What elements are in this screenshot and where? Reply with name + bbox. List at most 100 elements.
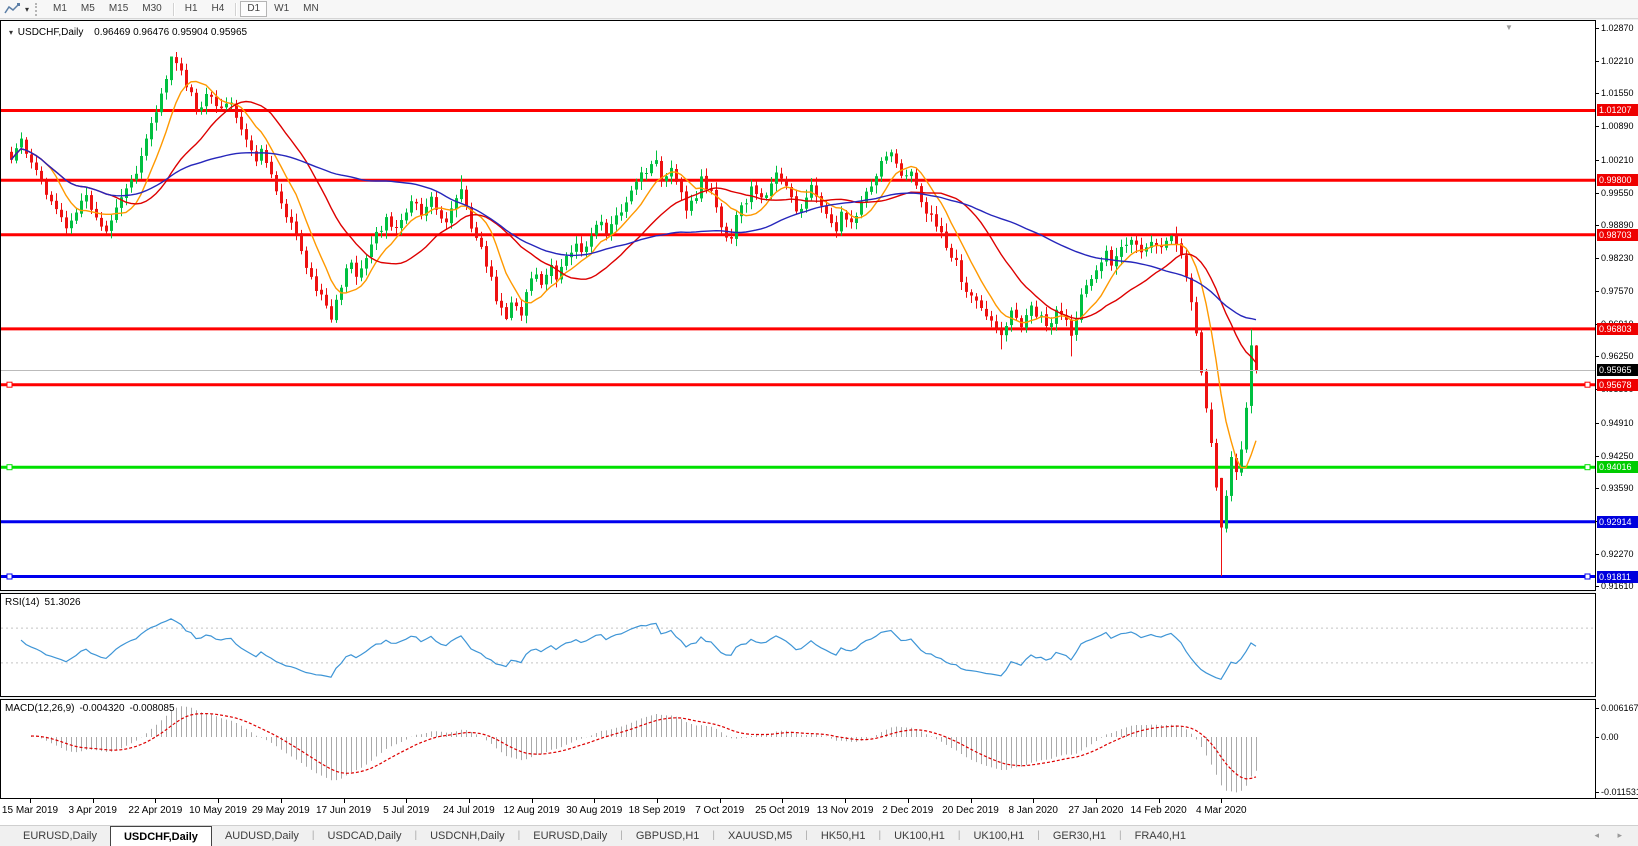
macd-indicator-panel[interactable]: MACD(12,26,9)-0.004320-0.008085 bbox=[0, 699, 1596, 799]
date-axis-tick-mark bbox=[594, 799, 595, 803]
line-anchor-handle[interactable] bbox=[7, 574, 12, 579]
tab-scroll-arrows[interactable]: ◂ ▸ bbox=[1594, 830, 1630, 841]
line-anchor-handle[interactable] bbox=[1585, 574, 1590, 579]
main-chart-panel[interactable]: ▾ USDCHF,Daily 0.96469 0.96476 0.95904 0… bbox=[0, 20, 1596, 591]
chart-tab-usdcad-daily[interactable]: USDCAD,Daily bbox=[315, 826, 415, 846]
timeframe-button-m1[interactable]: M1 bbox=[46, 1, 74, 17]
timeframe-button-m15[interactable]: M15 bbox=[102, 1, 135, 17]
price-axis-tick-mark bbox=[1596, 291, 1599, 292]
price-axis-tick-label: 1.00210 bbox=[1601, 155, 1634, 165]
date-axis-tick-mark bbox=[93, 799, 94, 803]
timeframe-button-d1[interactable]: D1 bbox=[240, 1, 267, 17]
price-tag-level: 0.98703 bbox=[1597, 229, 1638, 241]
macd-axis-tick-mark bbox=[1596, 708, 1599, 709]
date-axis-tick-label: 4 Mar 2020 bbox=[1173, 805, 1269, 816]
macd-signal-value: -0.008085 bbox=[130, 703, 175, 714]
price-axis-tick-mark bbox=[1596, 61, 1599, 62]
rsi-name: RSI(14) bbox=[5, 597, 39, 608]
date-axis-tick-mark bbox=[1221, 799, 1222, 803]
price-axis-tick-mark bbox=[1596, 225, 1599, 226]
date-axis-tick-mark bbox=[1159, 799, 1160, 803]
chevron-down-icon[interactable]: ▾ bbox=[25, 5, 29, 14]
macd-histogram bbox=[32, 706, 1257, 792]
line-anchor-handle[interactable] bbox=[7, 465, 12, 470]
date-axis-tick-mark bbox=[281, 799, 282, 803]
chart-tab-ger30-h1[interactable]: GER30,H1 bbox=[1040, 826, 1119, 846]
price-axis-tick-mark bbox=[1596, 126, 1599, 127]
timeframe-button-m30[interactable]: M30 bbox=[135, 1, 168, 17]
chart-context-dropdown-icon[interactable]: ▾ bbox=[9, 28, 13, 37]
price-axis-tick-mark bbox=[1596, 160, 1599, 161]
price-axis-tick-label: 0.98230 bbox=[1601, 253, 1634, 263]
toolbar-grip-handle[interactable] bbox=[35, 3, 40, 16]
chart-tab-uk100-h1[interactable]: UK100,H1 bbox=[881, 826, 958, 846]
price-tag-level: 0.96803 bbox=[1597, 323, 1638, 335]
chart-tab-bar: EURUSD,DailyUSDCHF,DailyAUDUSD,Daily|USD… bbox=[0, 825, 1638, 846]
timeframe-button-mn[interactable]: MN bbox=[296, 1, 326, 17]
price-axis-tick-label: 1.02870 bbox=[1601, 23, 1634, 33]
chart-tab-audusd-daily[interactable]: AUDUSD,Daily bbox=[212, 826, 312, 846]
macd-name: MACD(12,26,9) bbox=[5, 703, 74, 714]
price-tag-level: 0.95678 bbox=[1597, 379, 1638, 391]
timeframe-button-h1[interactable]: H1 bbox=[178, 1, 205, 17]
price-axis[interactable]: 1.028701.022101.015501.008901.002100.995… bbox=[1596, 20, 1638, 799]
rsi-indicator-panel[interactable]: RSI(14) 51.3026 bbox=[0, 593, 1596, 697]
line-anchor-handle[interactable] bbox=[1585, 382, 1590, 387]
price-axis-tick-mark bbox=[1596, 356, 1599, 357]
rsi-current-value: 51.3026 bbox=[44, 597, 80, 608]
date-axis-tick-mark bbox=[908, 799, 909, 803]
price-axis-tick-label: 0.94250 bbox=[1601, 451, 1634, 461]
chart-tab-xauusd-m5[interactable]: XAUUSD,M5 bbox=[715, 826, 805, 846]
date-axis-tick-mark bbox=[218, 799, 219, 803]
candles-layer bbox=[10, 52, 1258, 576]
price-chart-canvas bbox=[1, 21, 1595, 590]
chart-tab-usdcnh-daily[interactable]: USDCNH,Daily bbox=[417, 826, 518, 846]
price-tag-level: 0.94016 bbox=[1597, 461, 1638, 473]
date-axis[interactable]: 15 Mar 20193 Apr 201922 Apr 201910 May 2… bbox=[0, 799, 1638, 825]
price-axis-tick-mark bbox=[1596, 28, 1599, 29]
price-axis-tick-mark bbox=[1596, 586, 1599, 587]
price-axis-tick-label: 0.94910 bbox=[1601, 418, 1634, 428]
chart-shift-marker[interactable]: ▼ bbox=[1505, 23, 1513, 32]
chart-cursor-icon[interactable] bbox=[3, 2, 23, 17]
price-axis-tick-mark bbox=[1596, 423, 1599, 424]
price-tag-level: 0.92914 bbox=[1597, 516, 1638, 528]
toolbar-separator bbox=[235, 3, 236, 16]
chart-tab-eurusd-daily[interactable]: EURUSD,Daily bbox=[10, 826, 110, 846]
date-axis-tick-mark bbox=[1096, 799, 1097, 803]
chart-title: ▾ USDCHF,Daily 0.96469 0.96476 0.95904 0… bbox=[7, 27, 247, 38]
macd-signal-line bbox=[31, 714, 1256, 779]
price-axis-tick-mark bbox=[1596, 554, 1599, 555]
price-axis-tick-mark bbox=[1596, 456, 1599, 457]
moving-average-21-line bbox=[11, 102, 1256, 363]
chart-ohlc-quote: 0.96469 0.96476 0.95904 0.95965 bbox=[94, 27, 247, 38]
price-axis-tick-mark bbox=[1596, 93, 1599, 94]
date-axis-tick-mark bbox=[344, 799, 345, 803]
date-axis-tick-mark bbox=[406, 799, 407, 803]
date-axis-tick-mark bbox=[971, 799, 972, 803]
top-toolbar: ▾ M1M5M15M30 H1H4 D1W1MN bbox=[0, 0, 1638, 19]
price-axis-tick-label: 0.96250 bbox=[1601, 351, 1634, 361]
timeframe-button-m5[interactable]: M5 bbox=[74, 1, 102, 17]
macd-axis-tick-label: -0.011531 bbox=[1601, 787, 1638, 797]
chart-tab-eurusd-daily[interactable]: EURUSD,Daily bbox=[520, 826, 620, 846]
macd-axis-tick-mark bbox=[1596, 792, 1599, 793]
line-anchor-handle[interactable] bbox=[1585, 465, 1590, 470]
price-axis-tick-label: 0.93590 bbox=[1601, 483, 1634, 493]
price-axis-tick-mark bbox=[1596, 488, 1599, 489]
date-axis-tick-mark bbox=[1033, 799, 1034, 803]
timeframe-button-h4[interactable]: H4 bbox=[205, 1, 232, 17]
chart-tab-hk50-h1[interactable]: HK50,H1 bbox=[808, 826, 879, 846]
chart-tab-fra40-h1[interactable]: FRA40,H1 bbox=[1122, 826, 1199, 846]
date-axis-tick-mark bbox=[782, 799, 783, 803]
date-axis-tick-mark bbox=[532, 799, 533, 803]
macd-canvas bbox=[1, 700, 1595, 798]
chart-tab-uk100-h1[interactable]: UK100,H1 bbox=[960, 826, 1037, 846]
timeframe-button-w1[interactable]: W1 bbox=[267, 1, 296, 17]
timeframe-button-group: M1M5M15M30 H1H4 D1W1MN bbox=[46, 1, 326, 17]
chart-tab-gbpusd-h1[interactable]: GBPUSD,H1 bbox=[623, 826, 713, 846]
line-anchor-handle[interactable] bbox=[7, 382, 12, 387]
date-axis-tick-mark bbox=[30, 799, 31, 803]
chart-tab-usdchf-daily[interactable]: USDCHF,Daily bbox=[110, 826, 212, 846]
price-axis-tick-mark bbox=[1596, 193, 1599, 194]
